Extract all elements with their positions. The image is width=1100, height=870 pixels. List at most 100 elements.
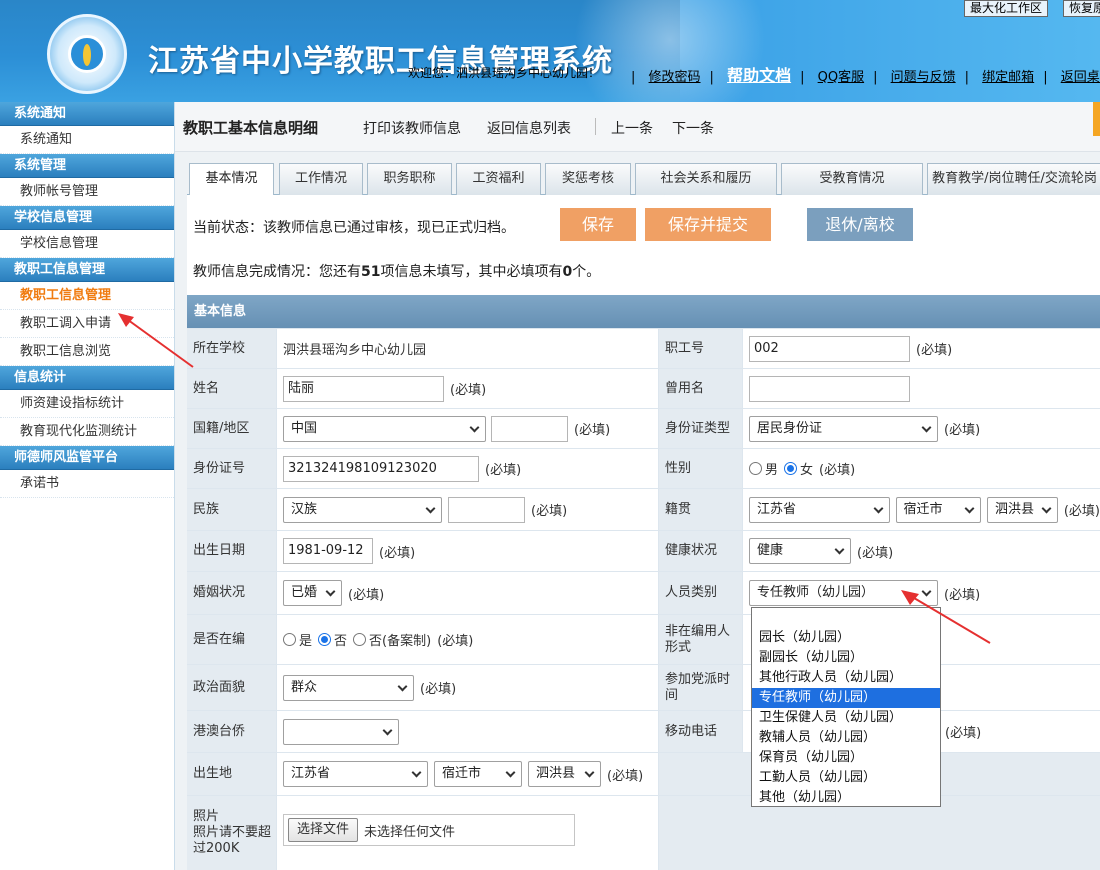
change-password-link[interactable]: 修改密码 (649, 70, 701, 85)
dropdown-option-selected[interactable]: 专任教师（幼儿园） (752, 688, 940, 708)
completion-info: 教师信息完成情况：您还有51项信息未填写，其中必填项有0个。 (193, 261, 600, 281)
dropdown-option[interactable]: 副园长（幼儿园） (752, 648, 940, 668)
non-staff-label: 非在编用人形式 (659, 615, 742, 664)
hk-select[interactable] (283, 718, 399, 745)
native-county-select[interactable]: 泗洪县 (986, 496, 1058, 523)
in-staff-no-radio[interactable] (318, 633, 332, 646)
sidebar-item-school[interactable]: 学校信息管理 (0, 230, 174, 258)
next-record-link[interactable]: 下一条 (672, 118, 714, 138)
sidebar-item-pledge[interactable]: 承诺书 (0, 470, 174, 498)
nationality-extra-input[interactable] (491, 415, 568, 442)
photo-file-input[interactable]: 选择文件 未选择任何文件 (283, 814, 575, 846)
nav-sep: | (709, 70, 714, 85)
sidebar-head-school[interactable]: 学校信息管理 (0, 206, 174, 230)
required-mark: (必填) (437, 634, 474, 649)
nationality-label: 国籍/地区 (187, 409, 276, 448)
sidebar-head-stats[interactable]: 信息统计 (0, 366, 174, 390)
birthplace-county-select[interactable]: 泗洪县 (528, 761, 601, 787)
marriage-select[interactable]: 已婚 (283, 580, 342, 606)
maximize-button[interactable]: 最大化工作区 (964, 0, 1049, 17)
retire-button[interactable]: 退休/离校 (807, 208, 913, 241)
nav-sep: | (631, 70, 636, 85)
choose-file-button[interactable]: 选择文件 (288, 818, 359, 842)
sidebar-head-system[interactable]: 系统管理 (0, 154, 174, 178)
sidebar-item-accounts[interactable]: 教师帐号管理 (0, 178, 174, 206)
bind-email-link[interactable]: 绑定邮箱 (982, 70, 1034, 85)
sidebar-item-notice[interactable]: 系统通知 (0, 126, 174, 154)
tab-education[interactable]: 受教育情况 (781, 163, 923, 195)
tab-bar: 基本情况 工作情况 职务职称 工资福利 奖惩考核 社会关系和履历 受教育情况 教… (187, 162, 1100, 196)
native-province: 江苏省 (757, 501, 797, 517)
dropdown-option[interactable]: 卫生保健人员（幼儿园） (752, 708, 940, 728)
nationality-select[interactable]: 中国 (283, 415, 486, 442)
sidebar-item-staff-browse[interactable]: 教职工信息浏览 (0, 338, 174, 366)
tab-teaching[interactable]: 教育教学/岗位聘任/交流轮岗 (927, 163, 1100, 195)
name-input[interactable]: 陆丽 (283, 375, 444, 402)
gender-female-radio[interactable] (784, 462, 798, 475)
save-button[interactable]: 保存 (560, 208, 636, 241)
ethnic-select[interactable]: 汉族 (283, 496, 442, 523)
required-mark: (必填) (945, 726, 982, 741)
staff-type-value: 专任教师（幼儿园） (757, 585, 875, 600)
political-select[interactable]: 群众 (283, 674, 414, 701)
required-mark: (必填) (450, 383, 487, 398)
native-province-select[interactable]: 江苏省 (749, 496, 890, 523)
sidebar-item-staff-transfer[interactable]: 教职工调入申请 (0, 310, 174, 338)
print-teacher-link[interactable]: 打印该教师信息 (363, 118, 461, 138)
main-area: 教职工基本信息明细 打印该教师信息 返回信息列表 上一条 下一条 基本情况 工作… (175, 102, 1100, 870)
staff-type-select[interactable]: 专任教师（幼儿园） (749, 580, 938, 606)
return-desktop-link[interactable]: 返回桌面 (1061, 70, 1100, 85)
sidebar-item-stats-teacher[interactable]: 师资建设指标统计 (0, 390, 174, 418)
back-to-list-link[interactable]: 返回信息列表 (487, 118, 571, 138)
hk-cell (277, 711, 658, 752)
birthplace-county: 泗洪县 (536, 766, 576, 781)
native-city-select[interactable]: 宿迁市 (895, 496, 981, 523)
tab-social[interactable]: 社会关系和履历 (635, 163, 777, 195)
dropdown-option[interactable]: 园长（幼儿园） (752, 628, 940, 648)
former-name-input[interactable] (749, 375, 910, 402)
restore-button[interactable]: 恢复原 (1063, 0, 1100, 17)
gender-male-radio[interactable] (749, 462, 762, 475)
required-mark: (必填) (819, 463, 856, 478)
dropdown-option[interactable] (752, 608, 940, 628)
tab-work[interactable]: 工作情况 (279, 163, 363, 195)
dropdown-option[interactable]: 保育员（幼儿园） (752, 748, 940, 768)
tab-reward[interactable]: 奖惩考核 (545, 163, 631, 195)
staff-type-dropdown[interactable]: 园长（幼儿园） 副园长（幼儿园） 其他行政人员（幼儿园） 专任教师（幼儿园） 卫… (751, 607, 941, 807)
tab-title[interactable]: 职务职称 (367, 163, 452, 195)
help-doc-link[interactable]: 帮助文档 (727, 66, 791, 85)
id-type-select[interactable]: 居民身份证 (749, 415, 938, 442)
photo-cell: 选择文件 未选择任何文件 (277, 796, 658, 870)
dropdown-option[interactable]: 其他行政人员（幼儿园） (752, 668, 940, 688)
tab-basic[interactable]: 基本情况 (189, 163, 274, 196)
top-nav: | 修改密码| 帮助文档| QQ客服| 问题与反馈| 绑定邮箱| 返回桌面| 退… (622, 62, 1100, 86)
sidebar-head-ethics[interactable]: 师德师风监管平台 (0, 446, 174, 470)
sidebar-item-staff-manage[interactable]: 教职工信息管理 (0, 282, 174, 310)
dropdown-option[interactable]: 其他（幼儿园） (752, 788, 940, 808)
save-submit-button[interactable]: 保存并提交 (645, 208, 771, 241)
tab-salary[interactable]: 工资福利 (456, 163, 541, 195)
prev-record-link[interactable]: 上一条 (611, 118, 653, 138)
sidebar-head-staff[interactable]: 教职工信息管理 (0, 258, 174, 282)
in-staff-record-radio[interactable] (353, 633, 367, 646)
in-staff-yes-radio[interactable] (283, 633, 296, 646)
id-type-cell: 居民身份证 (必填) (743, 409, 1100, 448)
qq-service-link[interactable]: QQ客服 (818, 70, 864, 85)
sidebar-head-notice[interactable]: 系统通知 (0, 102, 174, 126)
birthplace-city-select[interactable]: 宿迁市 (434, 761, 522, 787)
staff-no-input[interactable]: 002 (749, 335, 910, 362)
dropdown-option[interactable]: 工勤人员（幼儿园） (752, 768, 940, 788)
feedback-link[interactable]: 问题与反馈 (891, 70, 956, 85)
birth-date-input[interactable]: 1981-09-12 (283, 538, 373, 564)
required-mark: (必填) (574, 423, 611, 438)
dropdown-option[interactable]: 教辅人员（幼儿园） (752, 728, 940, 748)
ethnic-extra-input[interactable] (448, 496, 525, 523)
ethnic-cell: 汉族 (必填) (277, 489, 658, 530)
birthplace-province-select[interactable]: 江苏省 (283, 761, 428, 787)
school-label: 所在学校 (187, 329, 276, 368)
id-no-input[interactable]: 321324198109123020 (283, 455, 479, 482)
side-orange-tab[interactable] (1093, 102, 1100, 136)
status-text: 当前状态：该教师信息已通过审核，现已正式归档。 (193, 220, 515, 236)
sidebar-item-stats-modern[interactable]: 教育现代化监测统计 (0, 418, 174, 446)
health-select[interactable]: 健康 (749, 538, 851, 564)
